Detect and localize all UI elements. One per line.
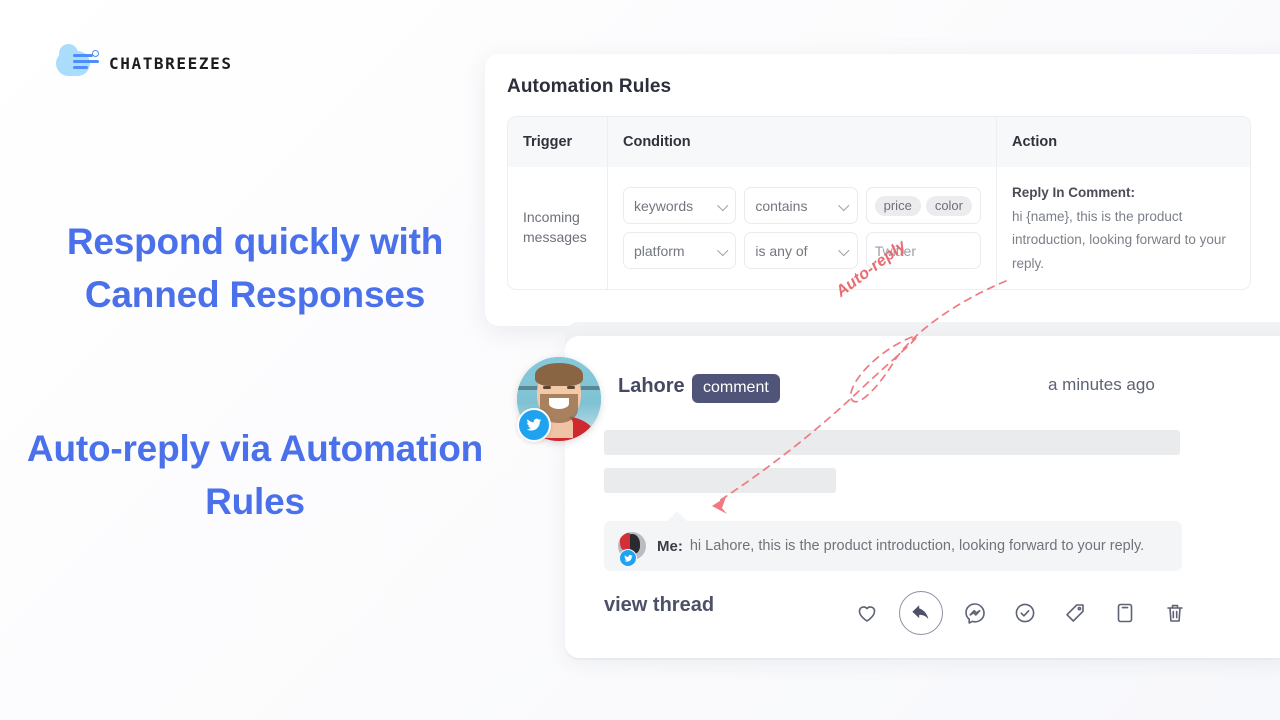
automation-rules-card: Automation Rules Trigger Condition Actio… [485, 54, 1280, 326]
comment-action-bar [855, 591, 1187, 635]
table-header-row: Trigger Condition Action [508, 117, 1250, 167]
view-thread-link[interactable]: view thread [604, 594, 714, 617]
twitter-icon [517, 408, 551, 442]
brand-logo-text: CHATBREEZES [109, 53, 233, 73]
chevron-down-icon [838, 244, 850, 256]
condition-operator-value-2: is any of [755, 242, 808, 259]
placeholder-bar [604, 430, 1180, 455]
headline-automation-rules: Auto-reply via Automation Rules [26, 428, 484, 522]
condition-value-input-1[interactable]: price color [865, 187, 981, 224]
keyword-chip-price[interactable]: price [874, 195, 921, 216]
placeholder-bar [604, 468, 836, 493]
condition-operator-select-1[interactable]: contains [744, 187, 858, 224]
twitter-icon [619, 549, 637, 567]
column-header-condition: Condition [608, 117, 997, 167]
chatbreezes-wind-icon [56, 44, 100, 78]
condition-field-value-2: platform [634, 242, 685, 259]
condition-field-value-1: keywords [634, 197, 694, 214]
action-message-text: hi {name}, this is the product introduct… [1012, 209, 1226, 271]
condition-row-2: platform is any of Twitter [623, 232, 982, 269]
cell-condition: keywords contains price color platform i… [608, 167, 997, 289]
cell-trigger: Incoming messages [508, 167, 608, 289]
reply-icon[interactable] [899, 591, 943, 635]
delete-icon[interactable] [1163, 601, 1187, 625]
condition-row-1: keywords contains price color [623, 187, 981, 224]
condition-field-select-1[interactable]: keywords [623, 187, 737, 224]
brand-logo[interactable]: CHATBREEZES [56, 44, 233, 78]
comment-author-name: Lahore [618, 375, 685, 397]
chevron-down-icon [717, 244, 728, 256]
reply-message-text: hi Lahore, this is the product introduct… [689, 538, 1145, 554]
cell-action: Reply In Comment: hi {name}, this is the… [997, 167, 1250, 289]
condition-field-select-2[interactable]: platform [623, 232, 737, 269]
keyword-chip-color[interactable]: color [925, 195, 972, 216]
promo-screenshot: CHATBREEZES Respond quickly with Canned … [0, 0, 1280, 720]
headline-canned-responses: Respond quickly with Canned Responses [66, 221, 444, 315]
automation-rules-title: Automation Rules [507, 76, 672, 97]
column-header-trigger: Trigger [508, 117, 608, 167]
tag-icon[interactable] [1063, 601, 1087, 625]
comment-timestamp: a minutes ago [1048, 375, 1155, 394]
condition-operator-value-1: contains [755, 197, 808, 214]
column-header-action: Action [1012, 134, 1058, 150]
chevron-down-icon [838, 199, 850, 211]
condition-operator-select-2[interactable]: is any of [744, 232, 858, 269]
action-type-label: Reply In Comment: [1012, 185, 1136, 200]
save-icon[interactable] [1113, 601, 1137, 625]
mark-done-icon[interactable] [1013, 601, 1037, 625]
chevron-down-icon [717, 199, 728, 211]
reply-row: Me: hi Lahore, this is the product intro… [604, 521, 1182, 571]
messenger-icon[interactable] [963, 601, 987, 625]
status-badge: comment [692, 374, 780, 403]
like-icon[interactable] [855, 601, 879, 625]
reply-sender-label: Me: [657, 537, 683, 555]
